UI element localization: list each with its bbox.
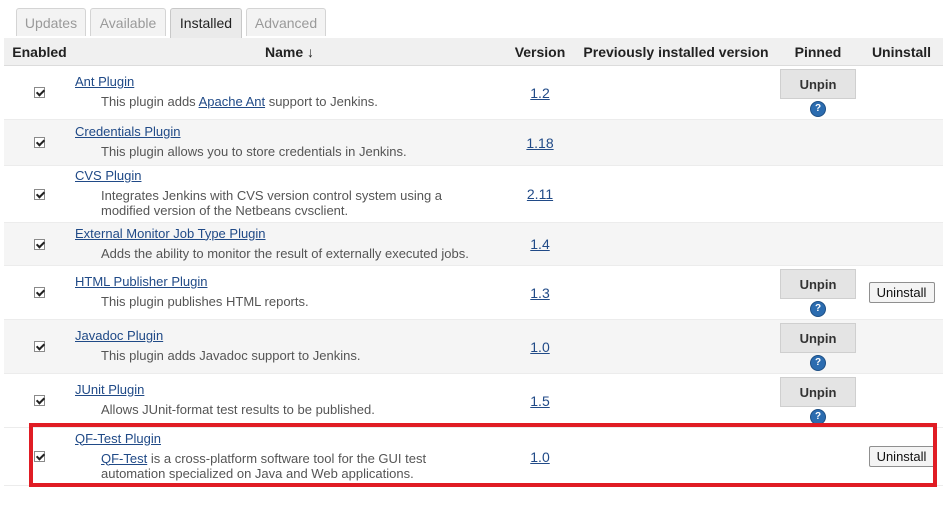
- unpin-button[interactable]: Unpin: [780, 377, 856, 407]
- help-icon[interactable]: ?: [810, 409, 826, 425]
- tab-installed[interactable]: Installed: [170, 8, 242, 38]
- version-link[interactable]: 1.18: [526, 135, 553, 151]
- version-link[interactable]: 1.5: [530, 393, 549, 409]
- version-link[interactable]: 1.0: [530, 339, 549, 355]
- plugin-name-link[interactable]: CVS Plugin: [75, 166, 504, 183]
- column-header-pinned[interactable]: Pinned: [776, 38, 860, 66]
- enabled-checkbox[interactable]: [34, 287, 45, 298]
- unpin-button[interactable]: Unpin: [780, 269, 856, 299]
- table-row: Ant Plugin This plugin adds Apache Ant s…: [4, 65, 943, 120]
- plugin-name-link[interactable]: JUnit Plugin: [75, 380, 504, 397]
- plugin-description: This plugin allows you to store credenti…: [101, 144, 407, 159]
- table-row: JUnit Plugin Allows JUnit-format test re…: [4, 373, 943, 428]
- plugin-name-link[interactable]: Ant Plugin: [75, 72, 504, 89]
- plugin-description: This plugin adds Apache Ant support to J…: [101, 94, 378, 109]
- version-link[interactable]: 2.11: [527, 186, 553, 202]
- plugin-description: This plugin adds Javadoc support to Jenk…: [101, 348, 361, 363]
- plugin-name-link[interactable]: HTML Publisher Plugin: [75, 272, 504, 289]
- version-link[interactable]: 1.0: [530, 449, 549, 465]
- table-row: HTML Publisher Plugin This plugin publis…: [4, 265, 943, 320]
- enabled-checkbox[interactable]: [34, 238, 45, 250]
- table-row: External Monitor Job Type Plugin Adds th…: [4, 222, 943, 266]
- table-row: CVS Plugin Integrates Jenkins with CVS v…: [4, 165, 943, 223]
- enabled-checkbox[interactable]: [34, 341, 45, 352]
- table-header-row: Enabled Name ↓ Version Previously instal…: [4, 38, 943, 66]
- unpin-button[interactable]: Unpin: [780, 69, 856, 99]
- table-row: Credentials Plugin This plugin allows yo…: [4, 119, 943, 166]
- enabled-checkbox[interactable]: [34, 87, 45, 98]
- version-link[interactable]: 1.4: [530, 236, 549, 252]
- enabled-checkbox[interactable]: [34, 137, 45, 148]
- uninstall-button[interactable]: Uninstall: [868, 446, 935, 467]
- plugin-name-link[interactable]: External Monitor Job Type Plugin: [75, 224, 504, 241]
- plugin-description: Integrates Jenkins with CVS version cont…: [101, 188, 443, 218]
- tab-updates[interactable]: Updates: [16, 8, 86, 36]
- apache-ant-link[interactable]: Apache Ant: [199, 94, 266, 109]
- help-icon[interactable]: ?: [810, 101, 826, 117]
- plugin-name-link[interactable]: QF-Test Plugin: [75, 429, 504, 446]
- plugin-name-link[interactable]: Credentials Plugin: [75, 122, 504, 139]
- help-icon[interactable]: ?: [810, 301, 826, 317]
- installed-plugins-table: Enabled Name ↓ Version Previously instal…: [4, 38, 943, 486]
- unpin-button[interactable]: Unpin: [780, 323, 856, 353]
- column-header-name[interactable]: Name ↓: [75, 38, 504, 66]
- column-header-uninstall[interactable]: Uninstall: [860, 38, 943, 66]
- column-header-version[interactable]: Version: [504, 38, 576, 66]
- column-header-previous-version[interactable]: Previously installed version: [576, 38, 776, 66]
- enabled-checkbox[interactable]: [34, 451, 45, 462]
- column-header-enabled[interactable]: Enabled: [4, 38, 75, 66]
- plugin-description: Allows JUnit-format test results to be p…: [101, 402, 375, 417]
- tab-available[interactable]: Available: [90, 8, 166, 36]
- version-link[interactable]: 1.3: [530, 285, 549, 301]
- tab-advanced[interactable]: Advanced: [246, 8, 326, 36]
- plugin-description: QF-Test is a cross-platform software too…: [101, 450, 427, 481]
- qf-test-link[interactable]: QF-Test: [101, 451, 147, 466]
- enabled-checkbox[interactable]: [34, 395, 45, 406]
- table-row: Javadoc Plugin This plugin adds Javadoc …: [4, 319, 943, 374]
- uninstall-button[interactable]: Uninstall: [868, 282, 935, 303]
- enabled-checkbox[interactable]: [34, 188, 45, 200]
- table-row: QF-Test Plugin QF-Test is a cross-platfo…: [4, 427, 943, 486]
- plugin-name-link[interactable]: Javadoc Plugin: [75, 326, 504, 343]
- plugin-description: Adds the ability to monitor the result o…: [101, 245, 469, 261]
- help-icon[interactable]: ?: [810, 355, 826, 371]
- version-link[interactable]: 1.2: [530, 85, 549, 101]
- plugin-description: This plugin publishes HTML reports.: [101, 294, 309, 309]
